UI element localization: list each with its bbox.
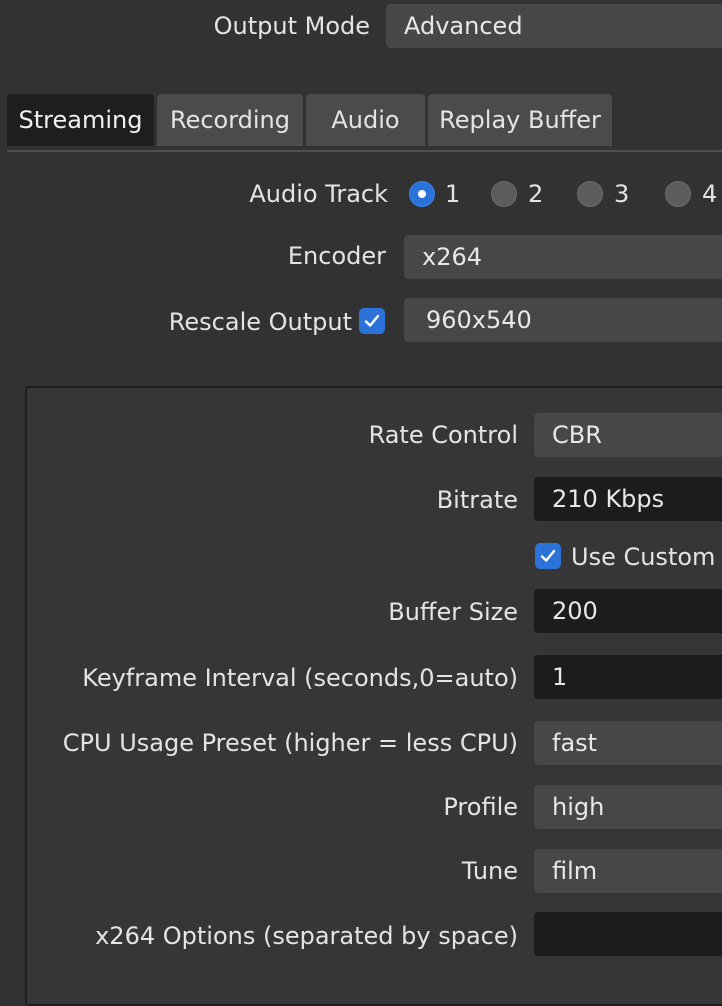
rate-control-label: Rate Control: [368, 421, 518, 449]
tab-recording[interactable]: Recording: [157, 94, 303, 146]
buffer-size-value: 200: [552, 597, 598, 625]
tab-streaming[interactable]: Streaming: [7, 94, 154, 146]
audio-track-label: Audio Track: [249, 180, 388, 208]
tab-audio[interactable]: Audio: [306, 94, 425, 146]
audio-track-radio-4[interactable]: [665, 181, 691, 207]
checkmark-icon: [540, 549, 556, 562]
rate-control-select[interactable]: CBR: [534, 413, 722, 457]
rescale-output-select[interactable]: 960x540: [404, 298, 722, 342]
tune-select[interactable]: film: [534, 849, 722, 893]
output-mode-label: Output Mode: [213, 12, 370, 40]
rescale-output-checkbox[interactable]: [359, 308, 385, 334]
cpu-preset-label: CPU Usage Preset (higher = less CPU): [62, 729, 518, 757]
rescale-output-value: 960x540: [426, 306, 532, 334]
buffer-size-label: Buffer Size: [388, 598, 518, 626]
rescale-output-label: Rescale Output: [168, 308, 352, 336]
encoder-value: x264: [422, 243, 483, 271]
keyframe-interval-label: Keyframe Interval (seconds,0=auto): [82, 664, 518, 692]
output-mode-value: Advanced: [404, 12, 523, 40]
audio-track-option-2: 2: [528, 180, 544, 208]
profile-label: Profile: [443, 793, 518, 821]
audio-track-option-4: 4: [702, 180, 718, 208]
audio-track-radio-2[interactable]: [491, 181, 517, 207]
keyframe-interval-spinbox[interactable]: 1: [534, 655, 722, 699]
cpu-preset-select[interactable]: fast: [534, 721, 722, 765]
audio-track-radio-3[interactable]: [577, 181, 603, 207]
bitrate-spinbox[interactable]: 210 Kbps: [534, 477, 722, 521]
keyframe-interval-value: 1: [552, 663, 568, 691]
encoder-select[interactable]: x264: [404, 235, 722, 279]
output-mode-select[interactable]: Advanced: [386, 4, 722, 48]
use-custom-checkbox[interactable]: [535, 543, 561, 569]
bitrate-value: 210 Kbps: [552, 485, 665, 513]
x264-options-label: x264 Options (separated by space): [95, 922, 518, 950]
tab-replay-buffer[interactable]: Replay Buffer: [428, 94, 612, 146]
encoder-label: Encoder: [287, 242, 386, 270]
x264-options-input[interactable]: [534, 912, 722, 956]
cpu-preset-value: fast: [552, 729, 598, 757]
audio-track-radio-1[interactable]: [409, 181, 435, 207]
audio-track-option-3: 3: [614, 180, 630, 208]
checkmark-icon: [364, 314, 380, 327]
profile-value: high: [552, 793, 605, 821]
bitrate-label: Bitrate: [436, 486, 518, 514]
use-custom-label: Use Custom: [571, 543, 716, 571]
output-tab-bar: Streaming Recording Audio Replay Buffer: [7, 94, 722, 152]
audio-track-option-1: 1: [445, 180, 461, 208]
profile-select[interactable]: high: [534, 785, 722, 829]
tune-label: Tune: [461, 857, 518, 885]
rate-control-value: CBR: [552, 421, 602, 449]
tune-value: film: [552, 857, 598, 885]
buffer-size-spinbox[interactable]: 200: [534, 589, 722, 633]
